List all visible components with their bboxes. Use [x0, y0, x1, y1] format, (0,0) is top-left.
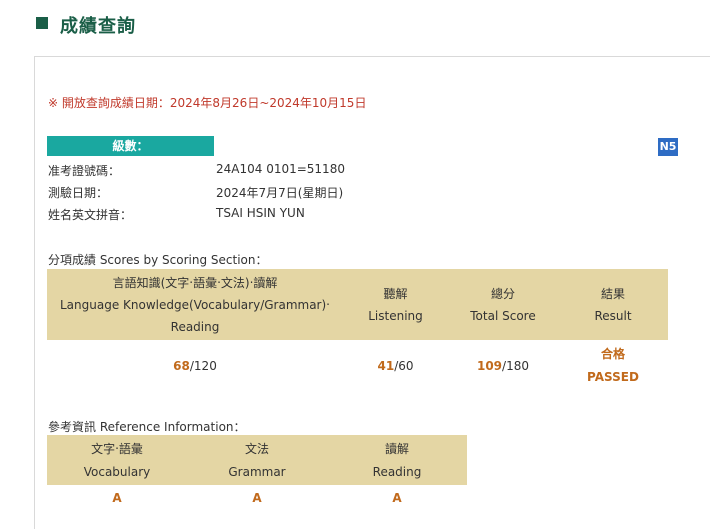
name-label: 姓名英文拼音：	[48, 208, 133, 222]
col-vocabulary-en: Vocabulary	[83, 465, 151, 479]
listening-score: 41	[377, 359, 395, 373]
col-language-knowledge-en-2: Reading	[170, 320, 220, 334]
total-max: /180	[502, 359, 529, 373]
total-score-cell: 109/180	[448, 359, 558, 373]
reference-heading: 參考資訊 Reference Information：	[48, 420, 246, 434]
col-language-knowledge-en: Language Knowledge(Vocabulary/Grammar)‧	[60, 298, 330, 312]
page-title: 成績查詢	[60, 16, 136, 37]
listening-score-cell: 41/60	[343, 359, 448, 373]
result-zh: 合格	[600, 347, 625, 361]
title-marker-icon	[36, 17, 48, 29]
col-listening-en: Listening	[368, 309, 423, 323]
col-total-en: Total Score	[470, 309, 536, 323]
col-total-zh: 總分	[490, 287, 515, 301]
reading-grade: A	[392, 491, 402, 505]
col-language-knowledge-zh: 言語知識(文字‧語彙‧文法)‧讀解	[112, 276, 278, 290]
exam-number-label: 准考證號碼：	[48, 164, 121, 178]
language-knowledge-max: /120	[189, 359, 217, 373]
exam-date-label: 測驗日期：	[48, 186, 109, 200]
result-en: PASSED	[587, 370, 639, 384]
col-grammar-zh: 文法	[244, 442, 269, 456]
exam-date-value: 2024年7月7日(星期日)	[216, 186, 344, 200]
scores-heading: 分項成績 Scores by Scoring Section：	[48, 253, 268, 267]
total-score: 109	[476, 359, 503, 373]
name-value: TSAI HSIN YUN	[216, 206, 305, 220]
level-label: 級數：	[112, 139, 149, 153]
col-vocabulary-zh: 文字‧語彙	[91, 442, 143, 456]
grammar-grade: A	[252, 491, 262, 505]
col-result-en: Result	[594, 309, 632, 323]
col-reading-zh: 讀解	[384, 442, 409, 456]
vocabulary-grade: A	[112, 491, 122, 505]
language-knowledge-score-cell: 68/120	[47, 359, 343, 373]
listening-max: /60	[394, 359, 414, 373]
query-period-notice: ※ 開放查詢成績日期：2024年8月26日~2024年10月15日	[48, 96, 367, 110]
level-badge: N5	[658, 138, 678, 156]
col-result-zh: 結果	[600, 287, 625, 301]
language-knowledge-score: 68	[173, 359, 190, 373]
col-reading-en: Reading	[372, 465, 422, 479]
col-listening-zh: 聽解	[383, 287, 408, 301]
exam-number-value: 24A104 0101=51180	[216, 162, 345, 176]
col-grammar-en: Grammar	[228, 465, 286, 479]
